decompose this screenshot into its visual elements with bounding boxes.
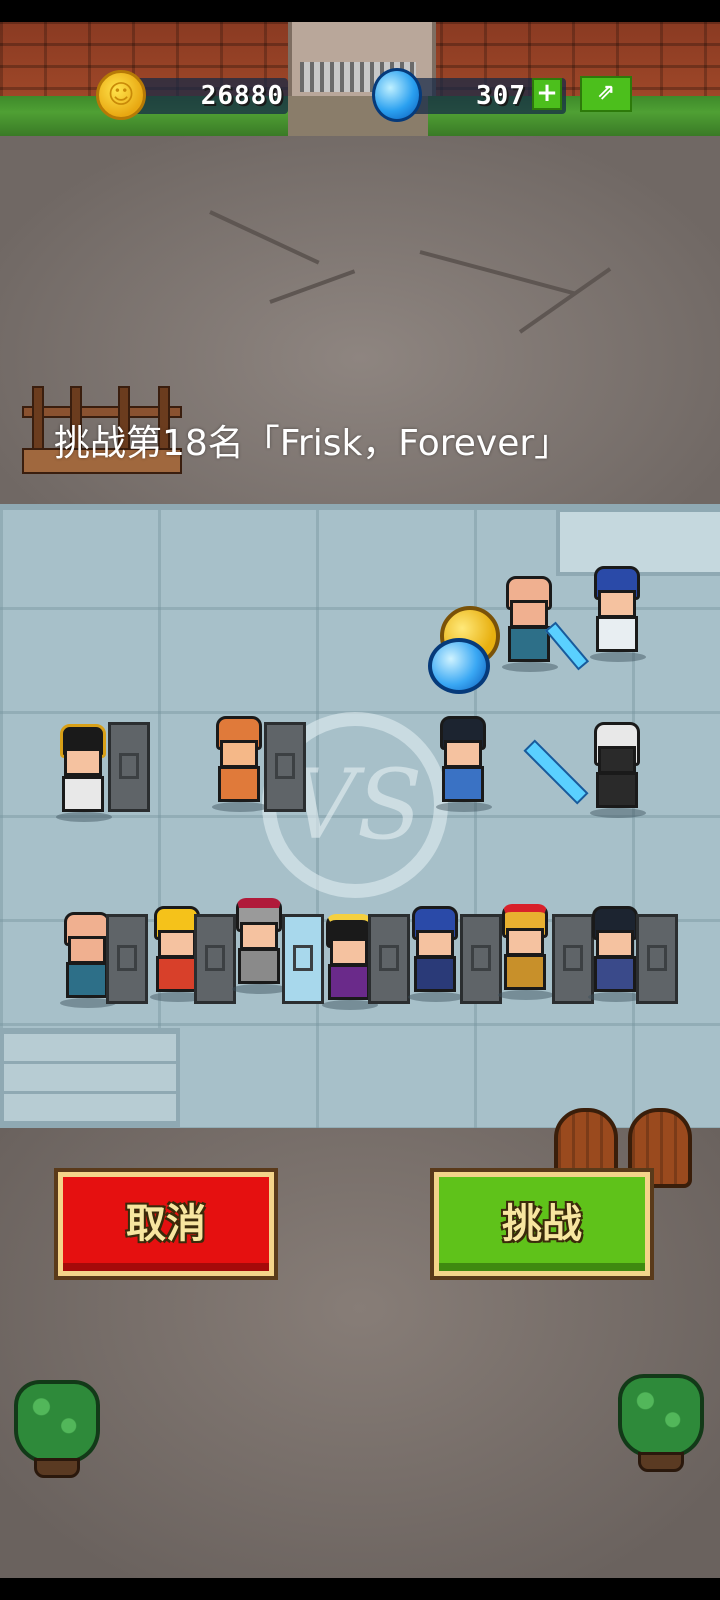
arena-stairs — [0, 1028, 180, 1128]
gem-amount: 307 — [476, 81, 526, 111]
player-hero-blue-knight[interactable] — [404, 906, 466, 1002]
tower-shield — [636, 914, 678, 1004]
share-button[interactable]: ⇗ — [580, 76, 632, 112]
status-bar — [0, 0, 720, 22]
gold-amount: 26880 — [200, 81, 284, 111]
player-hero-monkey[interactable] — [208, 716, 270, 812]
cancel-button[interactable]: 取消 — [54, 1168, 278, 1280]
challenge-title: 挑战第18名「Frisk，Forever」 — [54, 423, 571, 464]
share-arrow-icon: ⇗ — [596, 80, 616, 105]
potted-bush — [14, 1380, 100, 1480]
blue-gem-icon — [372, 68, 422, 122]
blue-orb-icon — [428, 638, 490, 694]
gold-coin-icon — [96, 70, 146, 120]
tower-shield — [108, 722, 150, 812]
potted-bush — [618, 1374, 704, 1474]
game-screen: 26880 307 + ⇗ 挑战第18名「Frisk，Forever」 VS — [0, 0, 720, 1600]
enemy-hero-samurai[interactable] — [432, 716, 494, 812]
enemy-hero-blue-knight[interactable] — [586, 566, 648, 662]
player-hero-centurion[interactable] — [228, 898, 290, 994]
player-hero-horned-warrior[interactable] — [52, 708, 114, 824]
challenge-button[interactable]: 挑战 — [430, 1168, 654, 1280]
add-gems-button[interactable]: + — [532, 78, 562, 110]
enemy-hero-white-knight[interactable] — [586, 722, 648, 818]
tower-shield — [106, 914, 148, 1004]
player-hero-golden-knight[interactable] — [494, 904, 556, 1000]
navigation-bar — [0, 1578, 720, 1600]
tower-shield — [264, 722, 306, 812]
